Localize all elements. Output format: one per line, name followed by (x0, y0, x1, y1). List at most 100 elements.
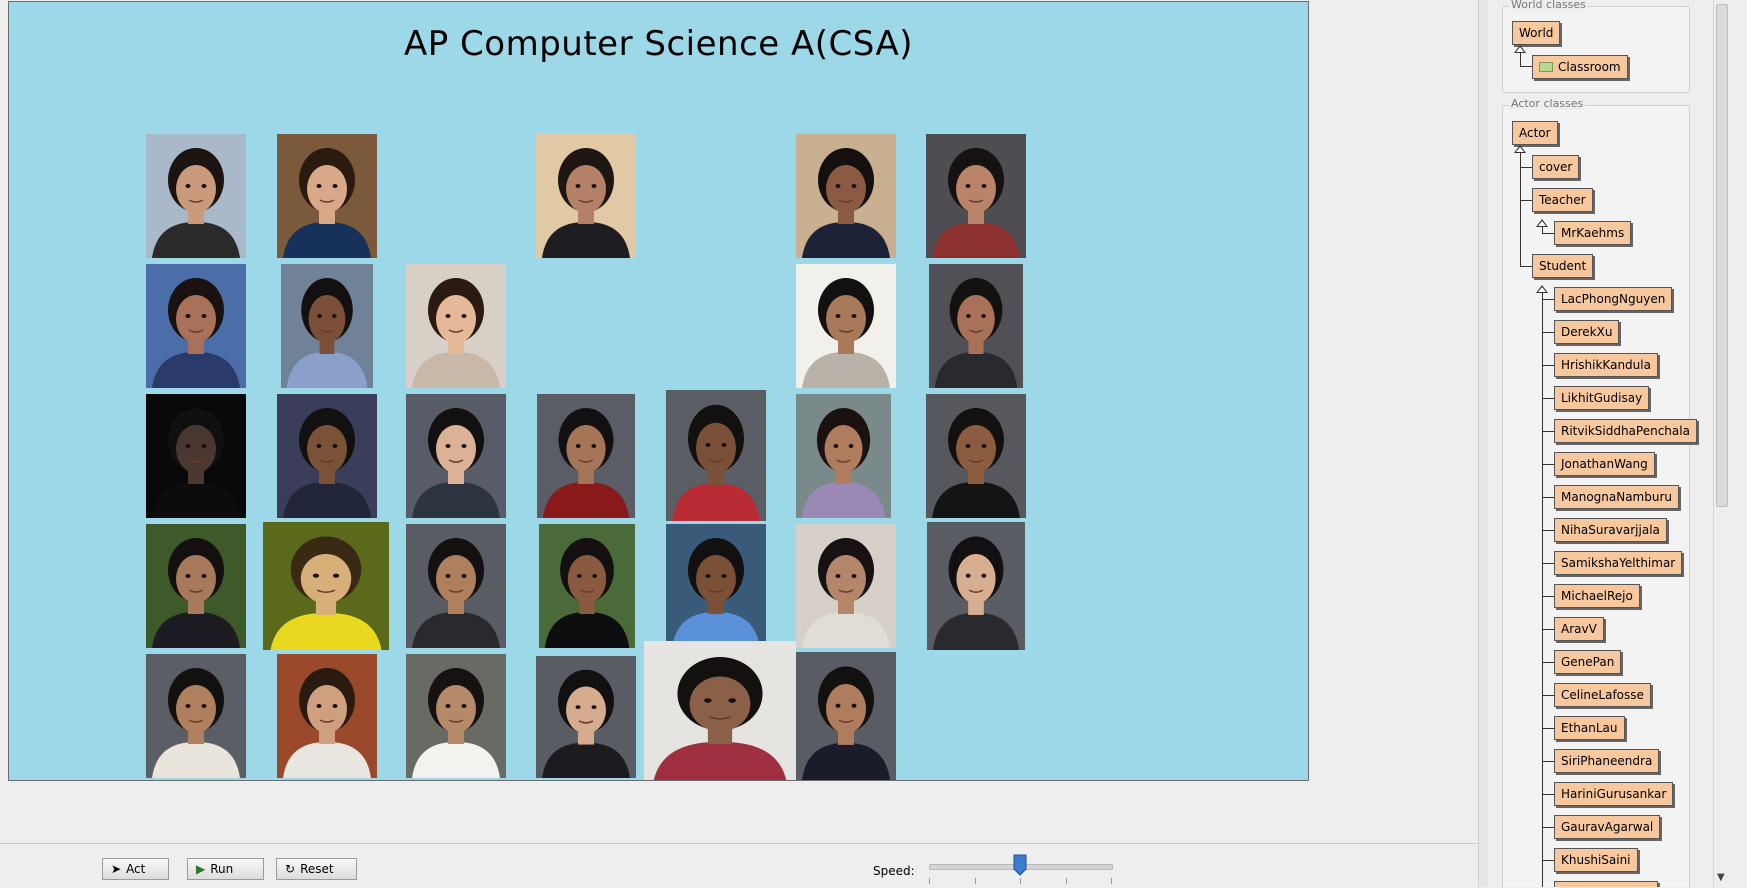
student-photo[interactable] (146, 264, 246, 388)
inheritance-line (1542, 365, 1554, 366)
inheritance-line (1520, 266, 1532, 267)
class-student-item[interactable]: CelineLafosse (1554, 683, 1651, 707)
student-photo[interactable] (277, 134, 377, 258)
class-student-item[interactable]: RitvikSiddhaPenchala (1554, 419, 1697, 443)
class-student-item[interactable]: DerekXu (1554, 320, 1620, 344)
student-photo[interactable] (277, 654, 377, 778)
student-photo[interactable] (406, 264, 506, 388)
step-icon: ➤ (111, 862, 122, 876)
student-photo[interactable] (796, 264, 896, 388)
reset-button-label: Reset (300, 862, 334, 876)
class-student-item[interactable]: MichaelRejo (1554, 584, 1640, 608)
student-photo[interactable] (929, 264, 1023, 388)
speed-tick (1066, 878, 1067, 884)
speed-slider-thumb[interactable] (1013, 854, 1027, 876)
class-student-item[interactable]: SamikshaYelthimar (1554, 551, 1683, 575)
inheritance-line (1542, 662, 1554, 663)
student-photo[interactable] (796, 134, 896, 258)
class-student-item[interactable]: GenePan (1554, 650, 1622, 674)
class-student-item[interactable]: LikhitGudisay (1554, 386, 1650, 410)
student-portrait-icon (644, 641, 796, 780)
world-classes-group: World classes (1502, 0, 1690, 93)
student-portrait-icon (406, 394, 506, 518)
class-student[interactable]: Student (1532, 254, 1594, 278)
class-student-item[interactable]: KhushiSaini (1554, 848, 1638, 872)
student-photo[interactable] (539, 524, 635, 648)
student-photo[interactable] (536, 656, 636, 778)
class-cover[interactable]: cover (1532, 155, 1580, 179)
class-classroom-label: Classroom (1558, 60, 1621, 74)
act-button[interactable]: ➤ Act (102, 858, 169, 880)
student-photo[interactable] (644, 641, 796, 780)
scrollbar-thumb[interactable] (1716, 4, 1728, 507)
student-photo[interactable] (796, 394, 891, 518)
speed-tick (929, 878, 930, 884)
inheritance-line (1542, 226, 1543, 233)
student-photo[interactable] (146, 524, 246, 648)
class-student-item[interactable]: HariniGurusankar (1554, 782, 1674, 806)
student-photo[interactable] (926, 134, 1026, 258)
student-portrait-icon (929, 264, 1023, 388)
inheritance-line (1542, 728, 1554, 729)
student-photo[interactable] (666, 390, 766, 521)
student-photo[interactable] (537, 394, 635, 518)
student-portrait-icon (146, 524, 246, 648)
inheritance-line (1520, 152, 1521, 266)
student-photo[interactable] (536, 134, 636, 258)
student-photo[interactable] (796, 652, 896, 780)
student-portrait-icon (796, 394, 891, 518)
student-photo[interactable] (796, 524, 896, 648)
run-button-label: Run (210, 862, 234, 876)
student-photo[interactable] (281, 264, 373, 388)
world-classes-label: World classes (1509, 0, 1588, 11)
class-actor[interactable]: Actor (1512, 121, 1558, 145)
student-photo[interactable] (146, 134, 246, 258)
class-world[interactable]: World (1512, 21, 1561, 45)
student-photo[interactable] (406, 654, 506, 778)
student-photo[interactable] (146, 394, 246, 518)
world-canvas[interactable]: AP Computer Science A(CSA) (8, 1, 1309, 781)
student-photo[interactable] (926, 394, 1026, 518)
class-student-item[interactable]: SiriPhaneendra (1554, 749, 1660, 773)
play-icon: ▶ (196, 862, 206, 876)
class-student-item[interactable]: LacPhongNguyen (1554, 287, 1673, 311)
class-student-item[interactable] (1554, 881, 1658, 887)
reset-icon: ↻ (285, 862, 296, 876)
class-teacher[interactable]: Teacher (1532, 188, 1593, 212)
scroll-down-icon[interactable]: ▼ (1717, 872, 1725, 883)
class-student-item[interactable]: ManognaNamburu (1554, 485, 1680, 509)
inheritance-line (1542, 292, 1543, 887)
inheritance-line (1520, 66, 1532, 67)
inheritance-line (1542, 794, 1554, 795)
speed-label: Speed: (873, 864, 915, 878)
class-browser-scrollbar[interactable]: ▼ (1713, 0, 1730, 887)
student-photo[interactable] (927, 522, 1025, 650)
class-classroom[interactable]: Classroom (1532, 55, 1628, 79)
class-student-item[interactable]: JonathanWang (1554, 452, 1655, 476)
class-student-item[interactable]: GauravAgarwal (1554, 815, 1661, 839)
inheritance-line (1520, 52, 1521, 66)
class-student-item[interactable]: NihaSuravarjjala (1554, 518, 1667, 542)
inheritance-line (1542, 299, 1554, 300)
class-student-item[interactable]: EthanLau (1554, 716, 1625, 740)
student-portrait-icon (536, 134, 636, 258)
student-photo[interactable] (277, 394, 377, 518)
student-portrait-icon (146, 264, 246, 388)
student-photo[interactable] (406, 394, 506, 518)
inheritance-line (1542, 827, 1554, 828)
speed-tick (975, 878, 976, 884)
student-portrait-icon (796, 524, 896, 648)
reset-button[interactable]: ↻ Reset (276, 858, 357, 880)
student-photo[interactable] (666, 524, 766, 648)
run-button[interactable]: ▶ Run (187, 858, 264, 880)
class-student-item[interactable]: AravV (1554, 617, 1604, 641)
student-photo[interactable] (263, 522, 389, 650)
inheritance-line (1542, 530, 1554, 531)
class-student-item[interactable]: HrishikKandula (1554, 353, 1658, 377)
inheritance-line (1520, 200, 1532, 201)
student-photo[interactable] (146, 654, 246, 778)
inheritance-line (1542, 629, 1554, 630)
student-portrait-icon (926, 394, 1026, 518)
class-mrkaehms[interactable]: MrKaehms (1554, 221, 1632, 245)
student-photo[interactable] (406, 524, 506, 648)
